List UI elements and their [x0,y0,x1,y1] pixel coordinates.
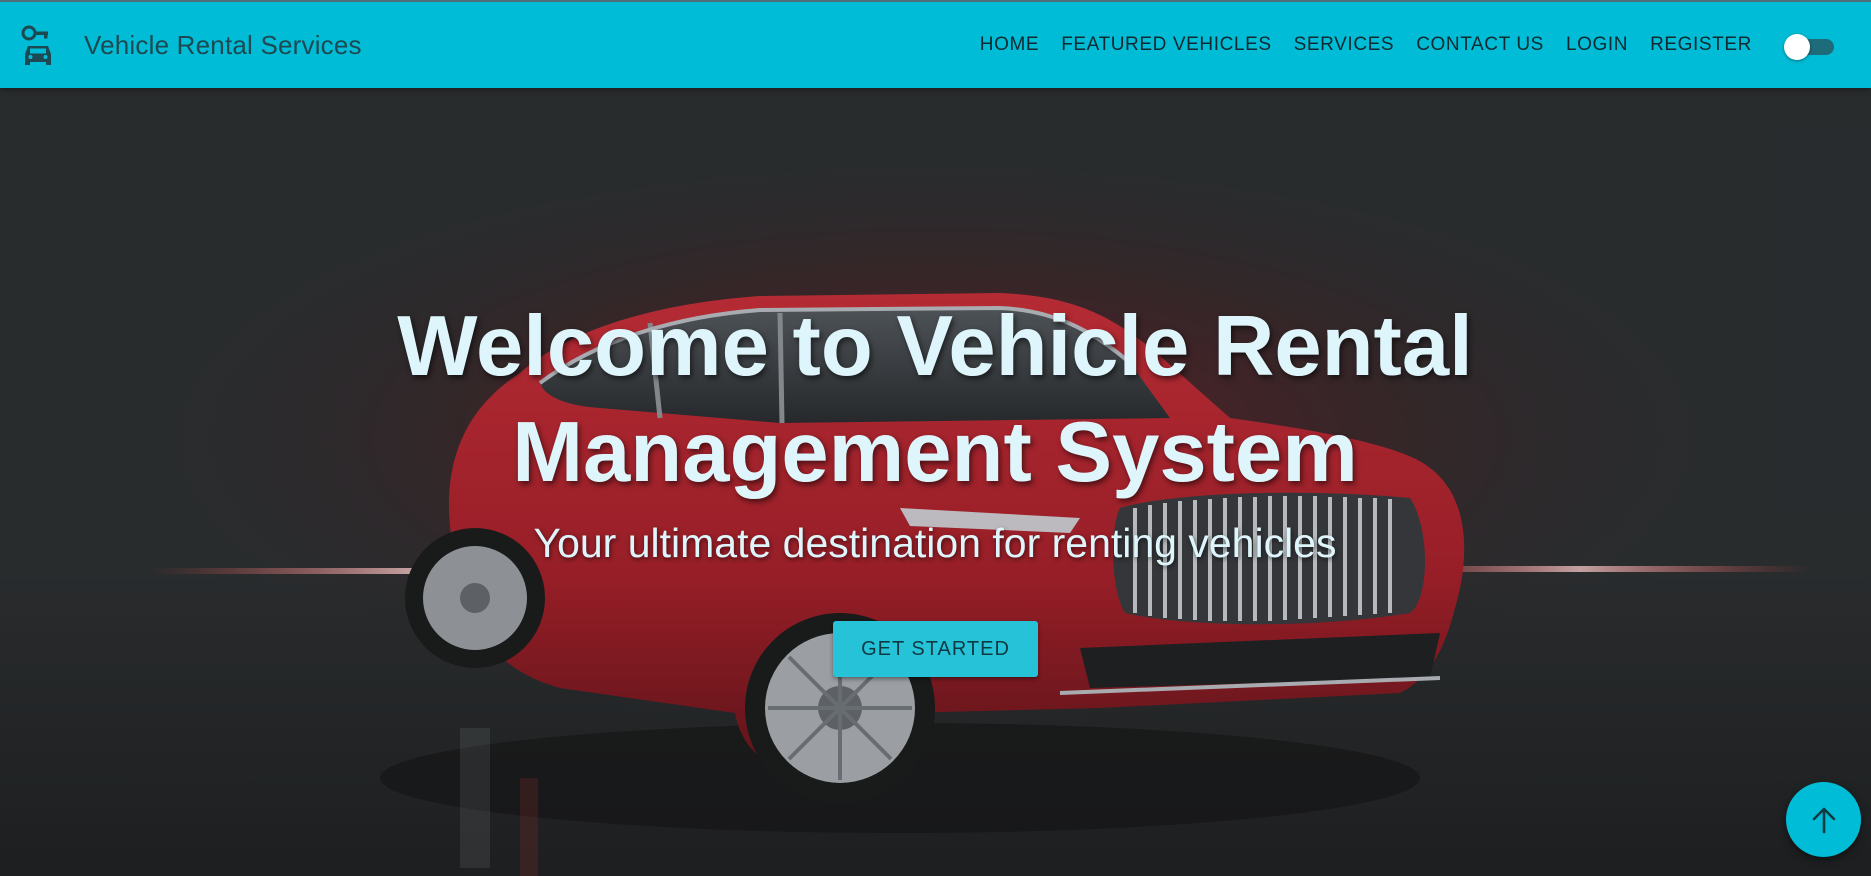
toggle-thumb [1784,34,1810,60]
theme-toggle[interactable] [1784,34,1834,60]
nav-login[interactable]: LOGIN [1555,34,1639,56]
scroll-to-top-button[interactable] [1786,782,1861,857]
nav-featured-vehicles[interactable]: FEATURED VEHICLES [1050,34,1282,56]
hero-title: Welcome to Vehicle Rental Management Sys… [397,299,1473,500]
arrow-up-icon [1812,807,1836,834]
nav-services[interactable]: SERVICES [1283,34,1406,56]
page: Vehicle Rental Services HOME FEATURED VE… [0,0,1871,876]
hero-section: Welcome to Vehicle Rental Management Sys… [0,88,1871,876]
main-nav: HOME FEATURED VEHICLES SERVICES CONTACT … [969,34,1763,56]
nav-home[interactable]: HOME [969,34,1050,56]
nav-contact-us[interactable]: CONTACT US [1405,34,1555,56]
car-key-icon [20,24,56,68]
app-bar: Vehicle Rental Services HOME FEATURED VE… [0,0,1871,88]
brand-title[interactable]: Vehicle Rental Services [84,30,362,61]
nav-register[interactable]: REGISTER [1639,34,1763,56]
get-started-button[interactable]: GET STARTED [833,621,1038,677]
hero-subtitle: Your ultimate destination for renting ve… [533,520,1337,566]
